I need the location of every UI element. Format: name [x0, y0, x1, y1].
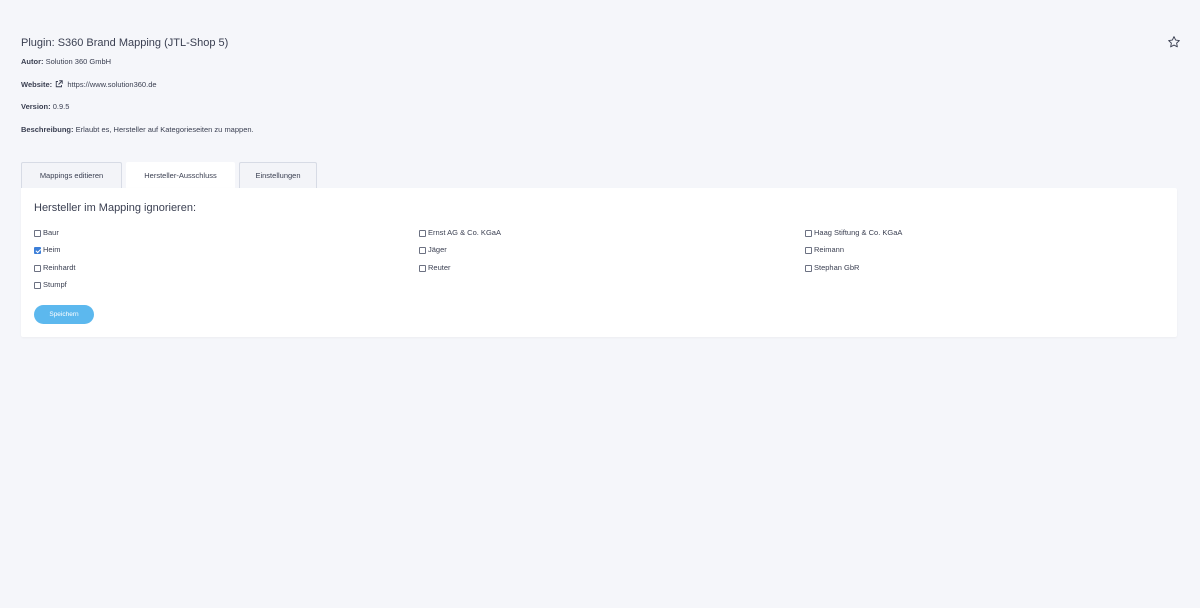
- description-line: Beschreibung: Erlaubt es, Hersteller auf…: [21, 125, 254, 135]
- version-value: 0.9.5: [52, 102, 70, 111]
- manufacturer-checkbox-haag[interactable]: Haag Stiftung & Co. KGaA: [805, 228, 902, 238]
- version-label: Version:: [21, 102, 51, 111]
- checkbox-label: Jäger: [428, 245, 447, 254]
- checkbox-label: Baur: [43, 228, 59, 237]
- website-label: Website:: [21, 80, 53, 89]
- checkbox[interactable]: [419, 264, 426, 272]
- manufacturer-checkbox-reimann[interactable]: Reimann: [805, 245, 844, 255]
- checkbox-label: Reuter: [428, 263, 451, 272]
- panel-heading: Hersteller im Mapping ignorieren:: [34, 202, 197, 214]
- checkbox[interactable]: [805, 264, 812, 272]
- manufacturer-checkbox-ernst[interactable]: Ernst AG & Co. KGaA: [419, 228, 501, 238]
- version-line: Version: 0.9.5: [21, 102, 69, 112]
- checkbox[interactable]: [34, 229, 41, 237]
- external-link-icon: [56, 80, 63, 88]
- author-line: Autor: Solution 360 GmbH: [21, 57, 111, 67]
- exclusion-panel: Hersteller im Mapping ignorieren: Baur E…: [21, 188, 1177, 337]
- save-button[interactable]: Speichern: [34, 305, 94, 324]
- tab-hersteller-ausschluss[interactable]: Hersteller-Ausschluss: [126, 162, 235, 188]
- checkbox-label: Heim: [43, 245, 61, 254]
- checkbox[interactable]: [805, 229, 812, 237]
- checkbox[interactable]: [34, 264, 41, 272]
- star-outline-icon[interactable]: [1167, 35, 1181, 49]
- manufacturer-checkbox-reuter[interactable]: Reuter: [419, 263, 451, 273]
- checkbox-label: Ernst AG & Co. KGaA: [428, 228, 501, 237]
- description-value: Erlaubt es, Hersteller auf Kategorieseit…: [75, 125, 254, 134]
- author-label: Autor:: [21, 57, 44, 66]
- manufacturer-checkbox-stephan[interactable]: Stephan GbR: [805, 263, 859, 273]
- checkbox[interactable]: [419, 229, 426, 237]
- description-label: Beschreibung:: [21, 125, 74, 134]
- tab-bar: Mappings editieren Hersteller-Ausschluss…: [21, 162, 317, 188]
- checkbox[interactable]: [34, 281, 41, 289]
- plugin-header: Plugin: S360 Brand Mapping (JTL-Shop 5) …: [21, 35, 1181, 134]
- author-value: Solution 360 GmbH: [45, 57, 112, 66]
- checkbox[interactable]: [805, 246, 812, 254]
- checkbox-label: Reimann: [814, 245, 845, 254]
- manufacturer-checkbox-reinhardt[interactable]: Reinhardt: [34, 263, 76, 273]
- manufacturer-checkbox-heim[interactable]: Heim: [34, 245, 61, 255]
- checkbox-label: Stumpf: [43, 280, 67, 289]
- website-line: Website: https://www.solution360.de: [21, 80, 157, 90]
- tab-einstellungen[interactable]: Einstellungen: [239, 162, 317, 188]
- tab-mappings-editieren[interactable]: Mappings editieren: [21, 162, 122, 188]
- checkbox-label: Haag Stiftung & Co. KGaA: [814, 228, 903, 237]
- checkbox-checked[interactable]: [34, 246, 41, 254]
- manufacturer-checkbox-jaeger[interactable]: Jäger: [419, 245, 447, 255]
- checkbox-label: Stephan GbR: [814, 263, 860, 272]
- page-title: Plugin: S360 Brand Mapping (JTL-Shop 5): [21, 37, 229, 49]
- checkbox-label: Reinhardt: [43, 263, 76, 272]
- website-link[interactable]: https://www.solution360.de: [67, 80, 156, 89]
- manufacturer-checkbox-baur[interactable]: Baur: [34, 228, 59, 238]
- checkbox[interactable]: [419, 246, 426, 254]
- manufacturer-checkbox-stumpf[interactable]: Stumpf: [34, 280, 67, 290]
